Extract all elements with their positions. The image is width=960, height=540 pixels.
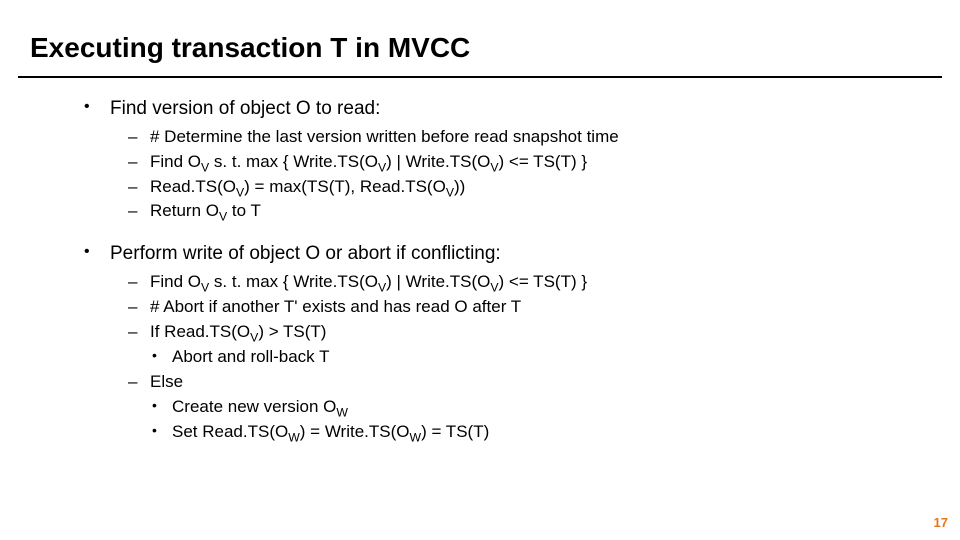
bullet-level2: Else — [128, 371, 960, 394]
bullet-level2: Find OV s. t. max { Write.TS(OV) | Write… — [128, 271, 960, 294]
bullet-level3: Set Read.TS(OW) = Write.TS(OW) = TS(T) — [150, 421, 960, 444]
bullet-level3: Abort and roll-back T — [150, 346, 960, 369]
bullet-level2: # Abort if another T' exists and has rea… — [128, 296, 960, 319]
page-number: 17 — [934, 515, 948, 530]
bullet-level2: # Determine the last version written bef… — [128, 126, 960, 149]
bullet-level2: Return OV to T — [128, 200, 960, 223]
bullet-level3: Create new version OW — [150, 396, 960, 419]
sub-list: # Determine the last version written bef… — [80, 126, 960, 224]
bullet-level2: If Read.TS(OV) > TS(T) — [128, 321, 960, 344]
slide-content: Find version of object O to read: # Dete… — [0, 78, 960, 444]
slide-title: Executing transaction T in MVCC — [0, 0, 960, 72]
bullet-level2: Find OV s. t. max { Write.TS(OV) | Write… — [128, 151, 960, 174]
bullet-level1: Perform write of object O or abort if co… — [80, 241, 960, 267]
bullet-level2: Read.TS(OV) = max(TS(T), Read.TS(OV)) — [128, 176, 960, 199]
sub-list: Find OV s. t. max { Write.TS(OV) | Write… — [80, 271, 960, 444]
bullet-level1: Find version of object O to read: — [80, 96, 960, 122]
